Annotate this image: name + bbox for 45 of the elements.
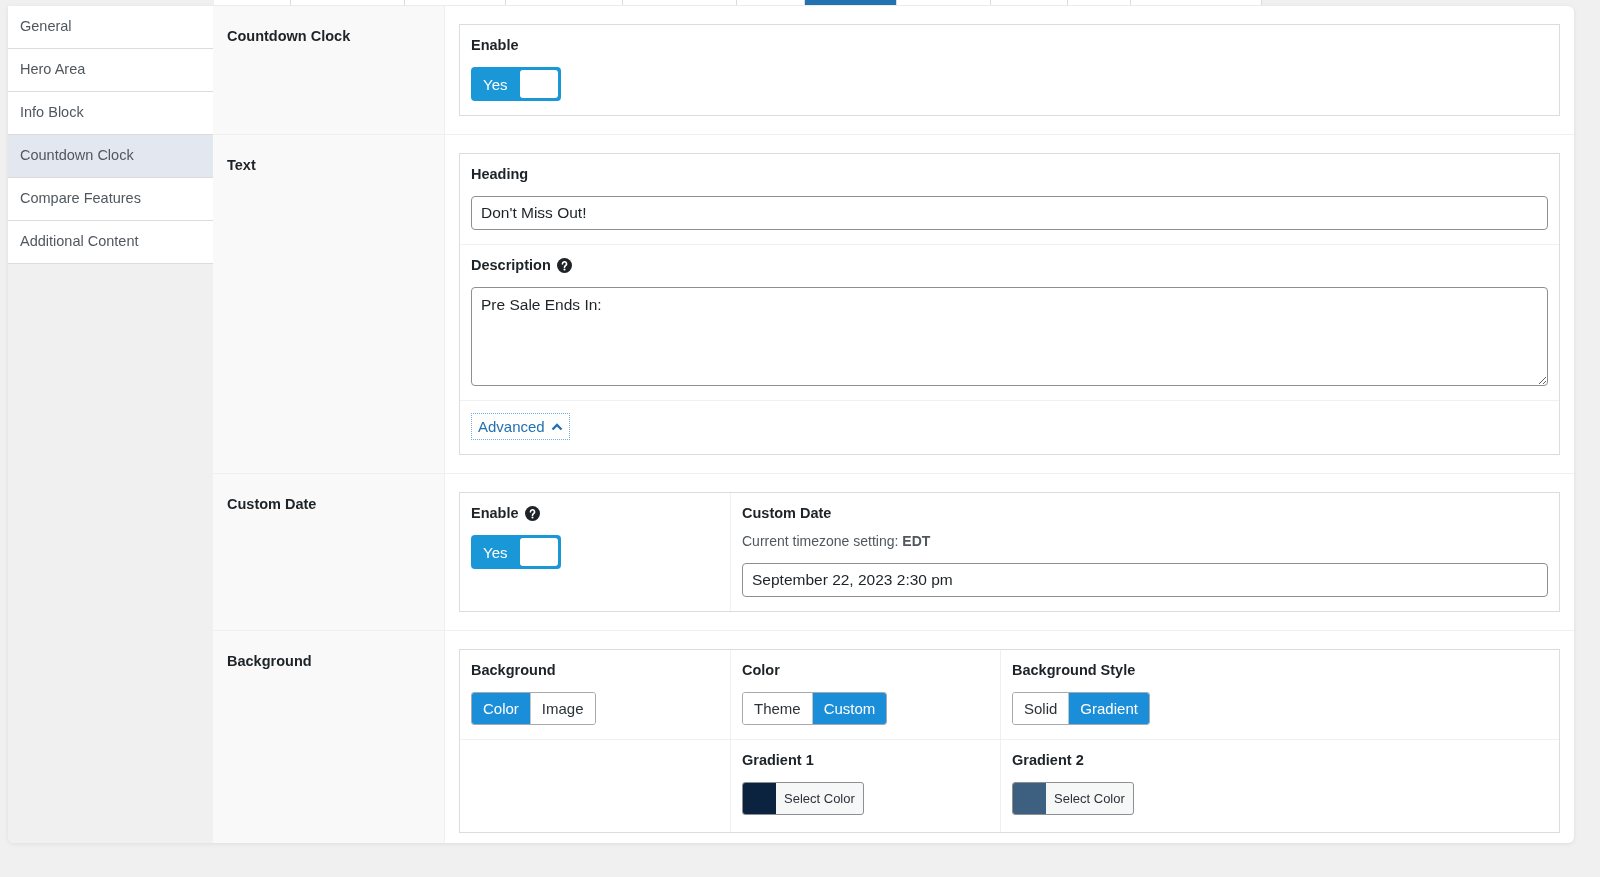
tab[interactable] [1131,0,1262,5]
segment-option[interactable]: Gradient [1068,693,1149,724]
tab[interactable] [991,0,1068,5]
tab[interactable] [623,0,737,5]
tab[interactable] [1068,0,1131,5]
sidebar-item[interactable]: Info Block [8,92,213,135]
tab[interactable] [214,0,291,5]
field-label: Background [471,662,556,678]
section-label: Text [213,135,444,473]
sidebar-item[interactable]: Additional Content [8,221,213,264]
tab[interactable] [291,0,405,5]
field-label: Heading [471,166,529,182]
field-label: Color [742,662,780,678]
field-label: Enable [471,37,519,53]
tab[interactable] [737,0,805,5]
segment-option[interactable]: Image [529,693,595,724]
sidebar-item[interactable]: General [8,6,213,49]
field-label: Custom Date [742,505,832,521]
section-label: Countdown Clock [213,6,444,134]
caret-icon [550,422,563,431]
sidebar-item[interactable]: Hero Area [8,49,213,92]
tab[interactable] [405,0,506,5]
tab[interactable] [506,0,623,5]
field-label: Enable [471,505,519,521]
field-label: Gradient 1 [742,752,814,768]
sidebar-item[interactable]: Compare Features [8,178,213,221]
tab[interactable] [805,0,897,5]
select-color-button[interactable]: Select Color [1012,782,1134,815]
segment-option[interactable]: Color [472,693,530,724]
select-color-button[interactable]: Select Color [742,782,864,815]
help-icon[interactable] [556,257,572,273]
field-label: Description [471,257,551,273]
date-input[interactable]: September 22, 2023 2:30 pm [742,563,1548,597]
segment-option[interactable]: Custom [811,693,887,724]
section-label: Background [213,631,444,843]
textarea-input[interactable]: Pre Sale Ends In: [471,287,1548,386]
sidebar-item[interactable]: Countdown Clock [8,135,213,178]
help-icon[interactable] [524,505,540,521]
field-label: Background Style [1012,662,1136,678]
field-label: Gradient 2 [1012,752,1084,768]
text-input[interactable]: Don't Miss Out! [471,196,1548,230]
advanced-toggle[interactable]: Advanced [471,413,570,440]
section-label: Custom Date [213,474,444,630]
timezone-note: Current timezone setting: EDT [742,533,932,549]
tab[interactable] [897,0,991,5]
